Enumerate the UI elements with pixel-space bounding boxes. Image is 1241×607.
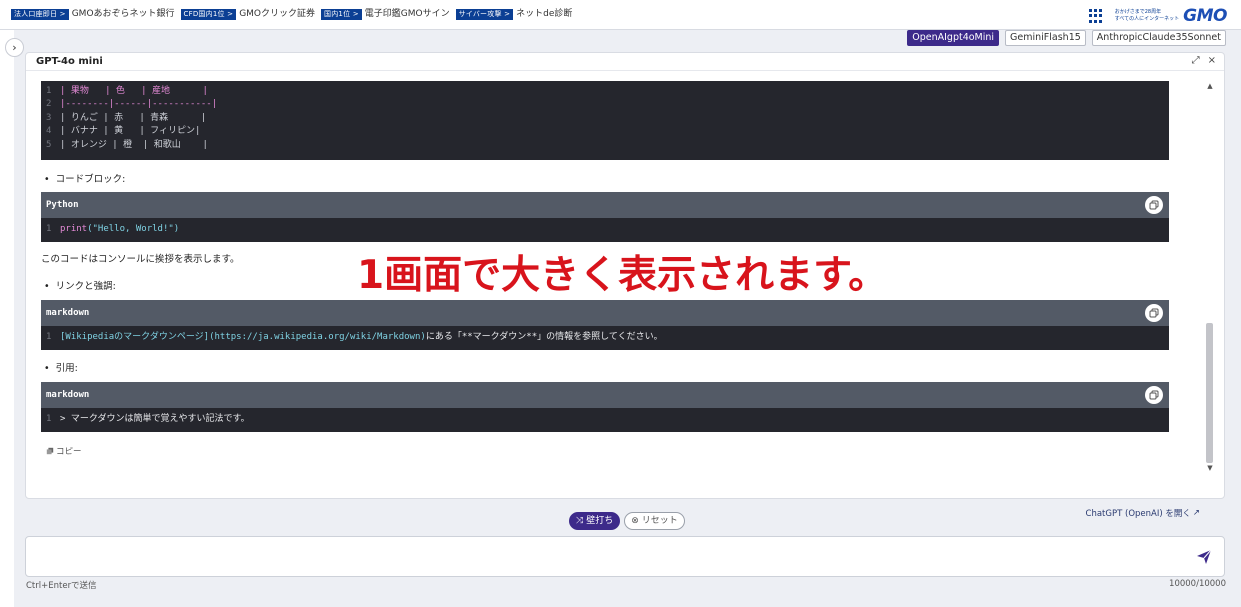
service-link[interactable]: 電子印鑑GMOサイン: [365, 9, 450, 20]
model-tabs: OpenAIgpt4oMini GeminiFlash15 AnthropicC…: [907, 30, 1226, 46]
expand-icon[interactable]: ⤢: [1192, 55, 1200, 66]
panel-header: GPT-4o mini ⤢ ×: [26, 53, 1224, 71]
code-line: 4 | バナナ | 黄 | フィリピン|: [46, 126, 201, 137]
service-link[interactable]: GMOクリック証券: [239, 9, 315, 20]
service-tag[interactable]: CFD国内1位 >: [180, 9, 237, 20]
sidebar-toggle-button[interactable]: ›: [5, 38, 24, 57]
reset-button[interactable]: ⊗ リセット: [624, 512, 685, 530]
copy-response-button[interactable]: コピー: [46, 445, 82, 457]
tab-anthropic[interactable]: AnthropicClaude35Sonnet: [1091, 30, 1226, 46]
copy-code-button[interactable]: [1145, 196, 1163, 214]
copy-icon: [46, 447, 54, 455]
reset-icon: ⊗: [631, 515, 639, 526]
code-line: 1 print("Hello, World!"): [46, 224, 180, 234]
panel-title: GPT-4o mini: [36, 56, 103, 67]
anniversary-line: おかげさまで28周年: [1114, 9, 1162, 15]
list-item: • リンクと強調:: [44, 281, 116, 292]
anniversary-text: おかげさまで28周年 すべての人にインターネット: [1115, 9, 1179, 23]
code-line: 1 | 果物 | 色 | 産地 |: [46, 86, 208, 96]
service-tag[interactable]: サイバー攻撃 >: [455, 9, 514, 20]
copy-code-button[interactable]: [1145, 304, 1163, 322]
app-area: › OpenAIgpt4oMini GeminiFlash15 Anthropi…: [0, 30, 1241, 607]
list-item: • コードブロック:: [44, 174, 126, 185]
scroll-up-icon[interactable]: ▲: [1203, 81, 1217, 91]
code-header: Python: [41, 192, 1169, 218]
code-line: 5 | オレンジ | 橙 | 和歌山 |: [46, 139, 208, 150]
list-item: • 引用:: [44, 363, 78, 374]
close-icon[interactable]: ×: [1208, 55, 1216, 66]
service-link[interactable]: GMOあおぞらネット銀行: [72, 9, 175, 20]
scrollbar-thumb[interactable]: [1206, 323, 1213, 463]
scroll-down-icon[interactable]: ▼: [1203, 463, 1217, 473]
open-link-label: ChatGPT (OpenAI) を開く: [1085, 509, 1191, 519]
gmo-brand: おかげさまで28周年 すべての人にインターネット GMO: [1088, 6, 1227, 26]
gmo-service-links: 法人口座即日 > GMOあおぞらネット銀行 CFD国内1位 > GMOクリック証…: [11, 9, 578, 20]
gmo-logo[interactable]: GMO: [1183, 6, 1227, 26]
copy-icon: [1149, 200, 1159, 210]
code-language: markdown: [46, 390, 90, 400]
send-hint: Ctrl+Enterで送信: [26, 581, 97, 591]
code-header: markdown: [41, 300, 1169, 326]
copy-code-button[interactable]: [1145, 386, 1163, 404]
char-counter: 10000/10000: [1169, 579, 1226, 589]
quote-code-block: 1 > マークダウンは簡単で覚えやすい記法です。: [41, 408, 1169, 432]
action-buttons: ⤨ 壁打ち ⊗ リセット: [569, 512, 685, 530]
overlay-caption: 1画面で大きく表示されます。: [357, 253, 888, 298]
gmo-header-bar: 法人口座即日 > GMOあおぞらネット銀行 CFD国内1位 > GMOクリック証…: [0, 0, 1241, 30]
markdown-code-block: 1 [Wikipediaのマークダウンページ](https://ja.wikipe…: [41, 326, 1169, 350]
code-header: markdown: [41, 382, 1169, 408]
copy-icon: [1149, 308, 1159, 318]
shuffle-icon: ⤨: [576, 515, 584, 526]
reset-label: リセット: [641, 515, 678, 526]
message-input[interactable]: [25, 536, 1225, 577]
apps-grid-icon[interactable]: [1088, 9, 1103, 23]
code-line: 1 [Wikipediaのマークダウンページ](https://ja.wikipe…: [46, 332, 663, 342]
code-line: 1 > マークダウンは簡単で覚えやすい記法です。: [46, 414, 250, 424]
service-link[interactable]: ネットde診断: [516, 9, 572, 20]
open-chatgpt-link[interactable]: ChatGPT (OpenAI) を開く ↗: [1086, 507, 1200, 519]
brainstorm-label: 壁打ち: [586, 515, 614, 526]
panel-scrollbar[interactable]: ▲ ▼: [1203, 81, 1217, 473]
service-tag[interactable]: 国内1位 >: [321, 9, 362, 20]
code-language: Python: [46, 200, 79, 210]
tab-openai[interactable]: OpenAIgpt4oMini: [907, 30, 1000, 46]
copy-icon: [1149, 390, 1159, 400]
sidebar-collapsed: [0, 30, 14, 607]
tab-gemini[interactable]: GeminiFlash15: [1005, 30, 1086, 46]
service-tag[interactable]: 法人口座即日 >: [11, 9, 69, 20]
paragraph: このコードはコンソールに挨拶を表示します。: [41, 254, 240, 265]
chevron-right-icon: ›: [12, 41, 17, 54]
code-line: 3 | りんご | 赤 | 青森 |: [46, 112, 207, 123]
anniversary-line: すべての人にインターネット: [1114, 16, 1180, 22]
brainstorm-button[interactable]: ⤨ 壁打ち: [569, 512, 621, 530]
table-code-block: 1 | 果物 | 色 | 産地 | 2 |--------|------|-----…: [41, 81, 1169, 160]
panel-controls: ⤢ ×: [1192, 55, 1216, 66]
python-code-block: 1 print("Hello, World!"): [41, 218, 1169, 242]
external-link-icon: ↗: [1192, 508, 1200, 518]
send-icon[interactable]: [1196, 549, 1212, 565]
code-line: 2 |--------|------|-----------|: [46, 99, 218, 110]
copy-label: コピー: [56, 447, 82, 457]
code-language: markdown: [46, 308, 90, 318]
